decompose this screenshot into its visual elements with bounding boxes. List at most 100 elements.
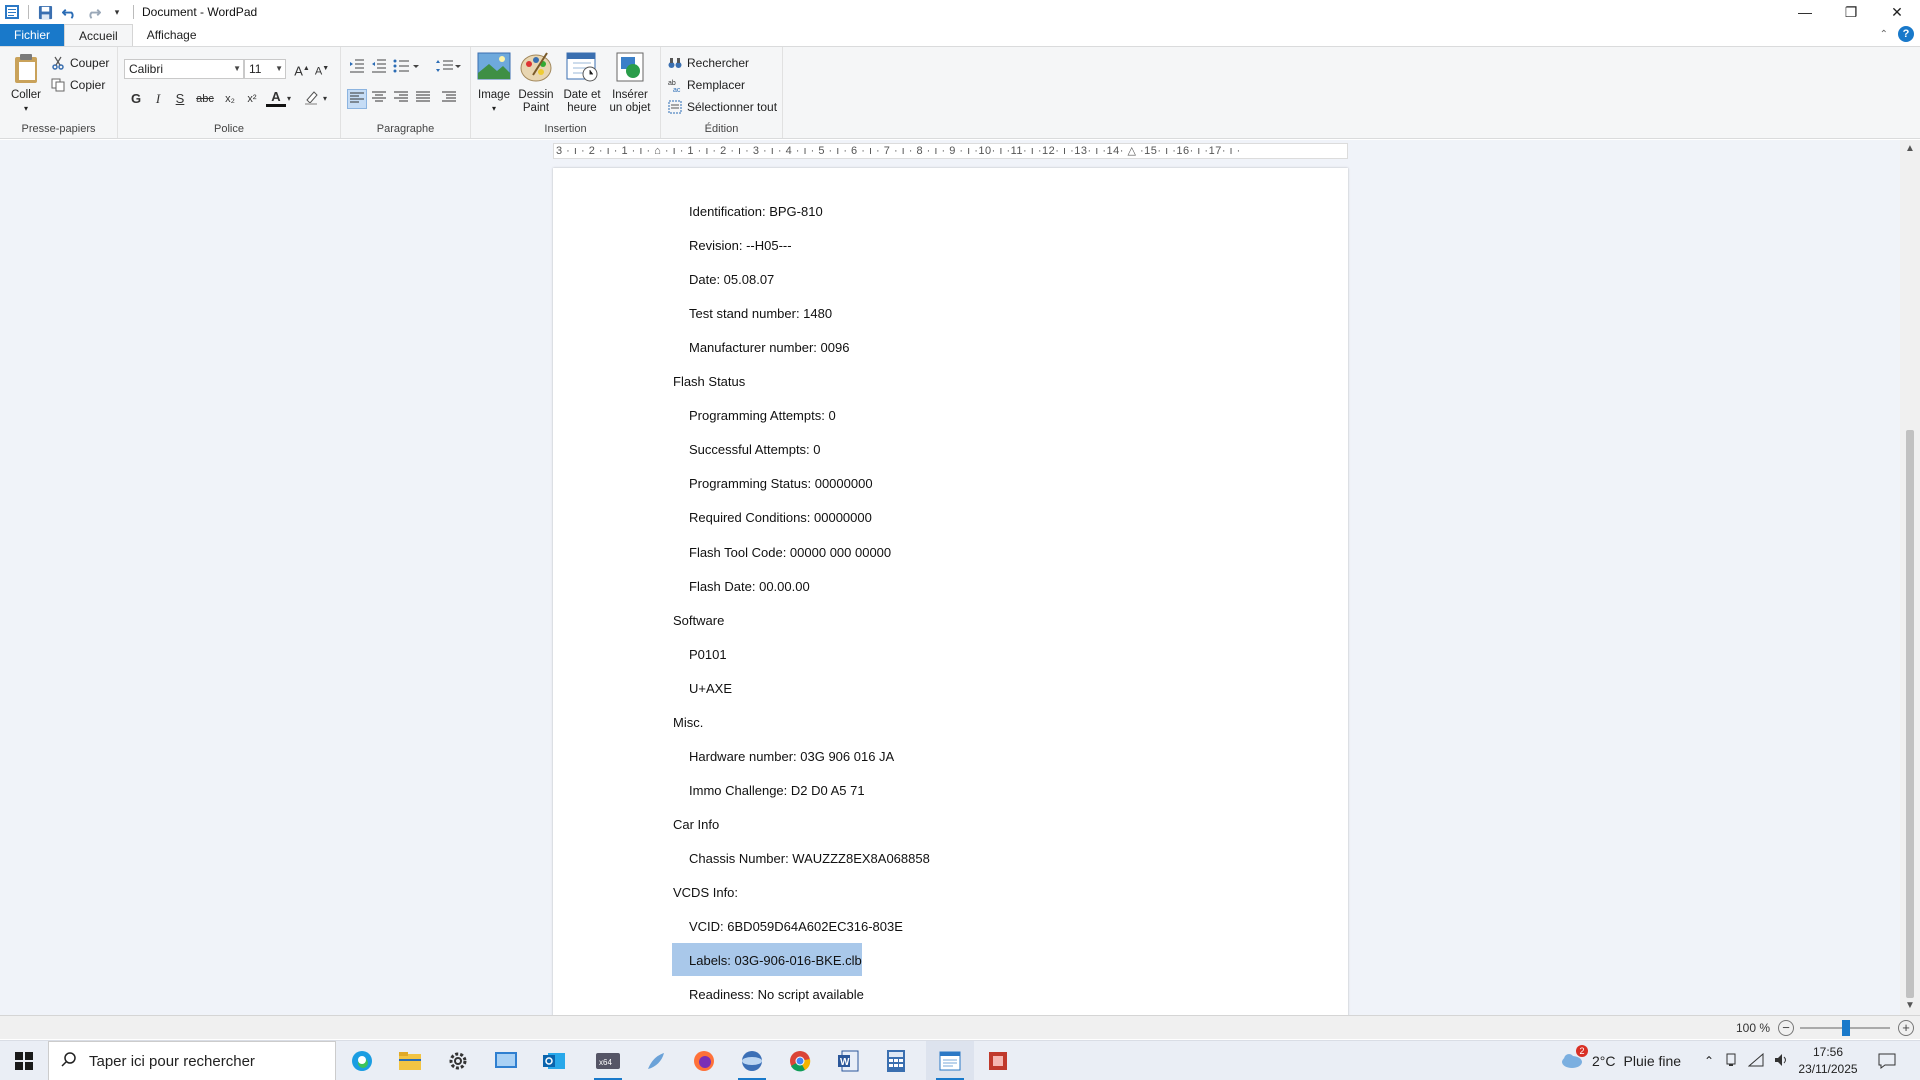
copy-button[interactable]: Copier (50, 75, 105, 95)
document-heading[interactable]: Software (673, 613, 724, 628)
document-heading[interactable]: Car Info (673, 817, 719, 832)
volume-icon[interactable] (1774, 1053, 1790, 1070)
vertical-scrollbar[interactable]: ▲ ▼ (1900, 140, 1920, 1015)
zoom-in-icon[interactable]: + (1898, 1020, 1914, 1036)
subscript-button[interactable]: x₂ (220, 89, 240, 109)
grow-font-icon[interactable]: A▲ (292, 59, 312, 79)
paste-button[interactable]: Coller ▾ (6, 51, 46, 115)
ruler[interactable]: 3 · ı · 2 · ı · 1 · ı · ⌂ · ı · 1 · ı · … (553, 143, 1348, 159)
undo-icon[interactable] (59, 2, 79, 22)
edge-icon[interactable] (338, 1041, 386, 1080)
document-line[interactable]: Successful Attempts: 0 (689, 442, 821, 457)
document-line[interactable]: Readiness: No script available (689, 987, 864, 1002)
browser-app-icon[interactable] (728, 1041, 776, 1080)
image-button[interactable]: Image ▾ (475, 51, 513, 115)
close-icon[interactable]: ✕ (1874, 0, 1920, 24)
font-family-select[interactable]: Calibri ▼ (124, 59, 244, 79)
underline-button[interactable]: S (170, 89, 190, 109)
customize-qat-icon[interactable]: ▾ (107, 2, 127, 22)
document-line[interactable]: VCID: 6BD059D64A602EC316-803E (689, 919, 903, 934)
replace-button[interactable]: ab ac Remplacer (667, 75, 745, 95)
line-spacing-icon[interactable] (433, 59, 463, 79)
select-all-button[interactable]: Sélectionner tout (667, 97, 777, 117)
decrease-indent-icon[interactable] (347, 59, 367, 79)
taskbar-search[interactable]: Taper ici pour rechercher (48, 1041, 336, 1080)
wordpad-app-icon[interactable] (2, 2, 22, 22)
word-icon[interactable]: W (824, 1041, 872, 1080)
collapse-ribbon-icon[interactable]: ⌃ (1880, 29, 1888, 40)
tab-affichage[interactable]: Affichage (133, 24, 211, 46)
wordpad-taskbar-icon[interactable] (926, 1041, 974, 1080)
document-line[interactable]: Identification: BPG-810 (689, 204, 823, 219)
align-left-icon[interactable] (347, 89, 367, 109)
redo-icon[interactable] (83, 2, 103, 22)
document-line[interactable]: Chassis Number: WAUZZZ8EX8A068858 (689, 851, 930, 866)
document-line[interactable]: Test stand number: 1480 (689, 306, 832, 321)
text-color-button[interactable]: A (266, 89, 286, 107)
settings-icon[interactable] (434, 1041, 482, 1080)
document-line[interactable]: Programming Attempts: 0 (689, 408, 836, 423)
document-page[interactable]: Identification: BPG-810 Revision: --H05--… (553, 168, 1348, 1015)
scroll-thumb[interactable] (1906, 430, 1914, 998)
paragraph-settings-icon[interactable] (439, 89, 459, 109)
text-color-dropdown-icon[interactable]: ▾ (284, 89, 294, 109)
windows-start-icon[interactable] (0, 1041, 48, 1080)
weather-widget[interactable]: 2 2°C Pluie fine (1560, 1041, 1681, 1080)
help-icon[interactable]: ? (1898, 26, 1914, 42)
file-explorer-icon[interactable] (386, 1041, 434, 1080)
restore-icon[interactable]: ❐ (1828, 0, 1874, 24)
document-heading[interactable]: Misc. (673, 715, 703, 730)
document-line[interactable]: Flash Date: 00.00.00 (689, 579, 810, 594)
date-time-button[interactable]: Date et heure (559, 51, 605, 115)
bold-button[interactable]: G (126, 89, 146, 109)
document-line[interactable]: Required Conditions: 00000000 (689, 510, 872, 525)
image-dropdown-icon[interactable]: ▾ (475, 102, 513, 115)
device-icon[interactable] (1724, 1053, 1738, 1070)
scroll-up-icon[interactable]: ▲ (1900, 140, 1920, 158)
notification-icon[interactable] (1878, 1041, 1896, 1080)
tab-accueil[interactable]: Accueil (64, 24, 133, 46)
paste-dropdown-icon[interactable]: ▾ (6, 102, 46, 115)
document-line[interactable]: Programming Status: 00000000 (689, 476, 873, 491)
app-red-icon[interactable] (974, 1041, 1022, 1080)
document-line[interactable]: Immo Challenge: D2 D0 A5 71 (689, 783, 865, 798)
cut-button[interactable]: Couper (50, 53, 109, 73)
document-heading[interactable]: Flash Status (673, 374, 745, 389)
strikethrough-button[interactable]: abc (192, 89, 218, 109)
align-center-icon[interactable] (369, 89, 389, 109)
paint-drawing-button[interactable]: Dessin Paint (517, 51, 555, 115)
save-icon[interactable] (35, 2, 55, 22)
find-button[interactable]: Rechercher (667, 53, 749, 73)
document-line[interactable]: Date: 05.08.07 (689, 272, 774, 287)
insert-object-button[interactable]: Insérer un objet (605, 51, 655, 115)
zoom-out-icon[interactable]: − (1778, 1020, 1794, 1036)
chrome-icon[interactable] (776, 1041, 824, 1080)
document-line[interactable]: U+AXE (689, 681, 732, 696)
firefox-icon[interactable] (680, 1041, 728, 1080)
justify-icon[interactable] (413, 89, 433, 109)
outlook-icon[interactable] (530, 1041, 578, 1080)
document-line[interactable]: Flash Tool Code: 00000 000 00000 (689, 545, 891, 560)
tab-fichier[interactable]: Fichier (0, 24, 65, 46)
calculator-icon[interactable] (872, 1041, 920, 1080)
highlight-icon[interactable] (302, 89, 322, 109)
remote-desktop-icon[interactable] (482, 1041, 530, 1080)
vcds-icon[interactable]: x64 (584, 1041, 632, 1080)
highlight-dropdown-icon[interactable]: ▾ (320, 89, 330, 109)
bullets-icon[interactable] (391, 59, 421, 79)
document-line[interactable]: Revision: --H05--- (689, 238, 792, 253)
app-feather-icon[interactable] (632, 1041, 680, 1080)
document-line-selected[interactable]: Labels: 03G-906-016-BKE.clb (689, 953, 862, 968)
align-right-icon[interactable] (391, 89, 411, 109)
document-line[interactable]: Hardware number: 03G 906 016 JA (689, 749, 894, 764)
network-icon[interactable] (1747, 1052, 1764, 1070)
document-line[interactable]: Manufacturer number: 0096 (689, 340, 849, 355)
shrink-font-icon[interactable]: A▼ (312, 59, 332, 79)
zoom-slider-thumb[interactable] (1842, 1020, 1850, 1036)
tray-expand-icon[interactable]: ⌃ (1704, 1054, 1714, 1068)
italic-button[interactable]: I (148, 89, 168, 109)
increase-indent-icon[interactable] (369, 59, 389, 79)
scroll-down-icon[interactable]: ▼ (1900, 997, 1920, 1015)
document-heading[interactable]: VCDS Info: (673, 885, 738, 900)
font-size-select[interactable]: 11 ▼ (244, 59, 286, 79)
